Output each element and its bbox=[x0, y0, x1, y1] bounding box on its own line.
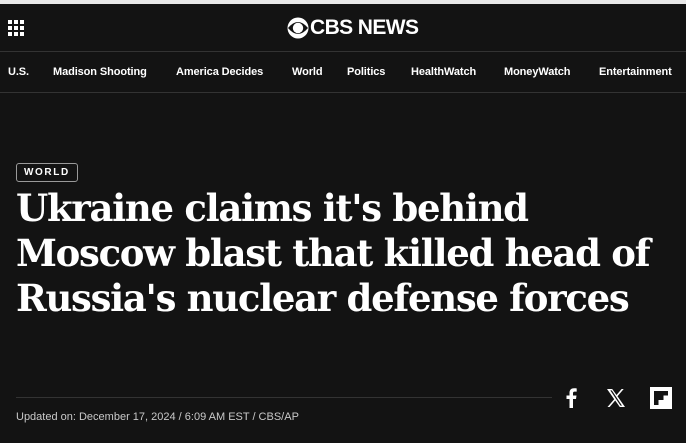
category-badge[interactable]: WORLD bbox=[16, 163, 78, 182]
nav-item-moneywatch[interactable]: MoneyWatch bbox=[504, 66, 571, 78]
nav-item-america-decides[interactable]: America Decides bbox=[176, 66, 263, 78]
top-header: CBS NEWS bbox=[0, 0, 686, 52]
logo-text: CBS NEWS bbox=[310, 16, 419, 39]
article-byline: Updated on: December 17, 2024 / 6:09 AM … bbox=[16, 411, 299, 423]
cbs-news-logo[interactable]: CBS NEWS bbox=[287, 16, 419, 39]
byline-divider bbox=[16, 397, 552, 398]
facebook-share-button[interactable] bbox=[559, 386, 583, 410]
grid-menu-icon[interactable] bbox=[8, 20, 24, 36]
nav-item-entertainment[interactable]: Entertainment bbox=[599, 66, 672, 78]
nav-item-world[interactable]: World bbox=[292, 66, 323, 78]
cbs-eye-icon bbox=[287, 17, 309, 39]
primary-nav: U.S. Madison Shooting America Decides Wo… bbox=[0, 52, 686, 93]
x-share-button[interactable] bbox=[604, 386, 628, 410]
nav-item-healthwatch[interactable]: HealthWatch bbox=[411, 66, 476, 78]
facebook-icon bbox=[566, 388, 577, 408]
flipboard-icon bbox=[650, 387, 672, 409]
flipboard-share-button[interactable] bbox=[649, 386, 673, 410]
article-headline: Ukraine claims it's behind Moscow blast … bbox=[16, 186, 651, 320]
x-icon bbox=[607, 389, 625, 407]
nav-item-us[interactable]: U.S. bbox=[8, 66, 29, 78]
nav-item-madison-shooting[interactable]: Madison Shooting bbox=[53, 66, 147, 78]
nav-item-politics[interactable]: Politics bbox=[347, 66, 385, 78]
